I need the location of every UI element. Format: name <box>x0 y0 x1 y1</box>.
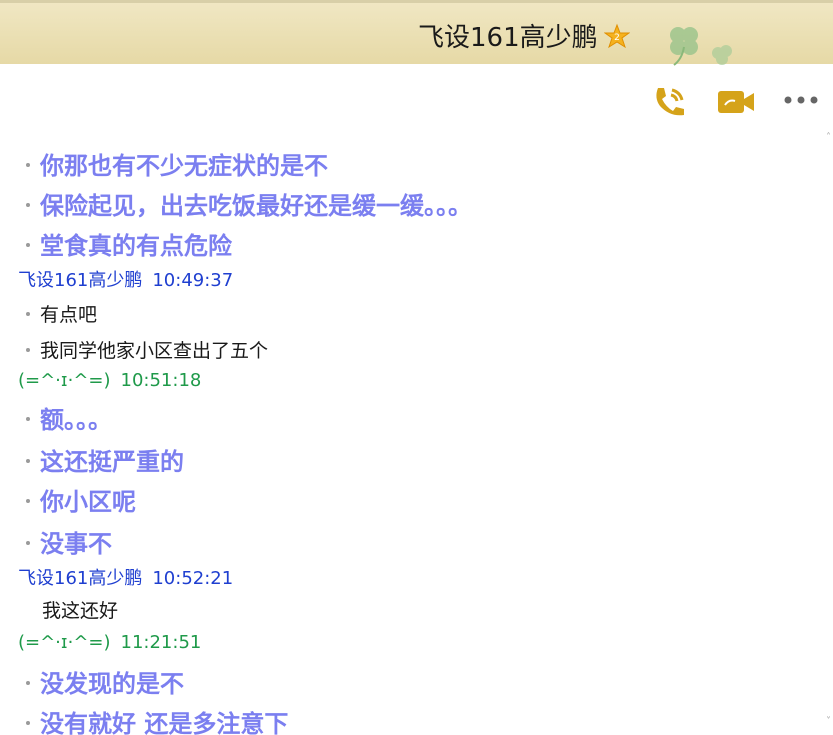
bullet-dot <box>26 347 30 352</box>
message-text: 我同学他家小区查出了五个 <box>40 340 269 362</box>
message-item: 你那也有不少无症状的是不 <box>26 146 328 181</box>
message-item: 我同学他家小区查出了五个 <box>26 336 268 363</box>
message-header: 飞设161高少鹏 10:49:37 <box>18 266 233 292</box>
chat-title-bar: 飞设161高少鹏 2 <box>0 0 833 66</box>
bullet-dot <box>26 311 30 316</box>
bullet-dot <box>26 721 30 725</box>
contact-name-title: 飞设161高少鹏 <box>418 23 598 53</box>
message-time: 10:49:37 <box>152 270 234 291</box>
message-item: 有点吧 <box>26 300 97 327</box>
bullet-dot <box>26 417 30 421</box>
message-time: 10:52:21 <box>152 568 234 589</box>
message-item: 我这还好 <box>42 596 118 623</box>
scroll-down-arrow[interactable]: ˅ <box>826 716 833 727</box>
message-text: 保险起见，出去吃饭最好还是缓一缓。。。 <box>40 192 472 220</box>
video-camera-icon[interactable] <box>716 84 756 120</box>
message-text: 你那也有不少无症状的是不 <box>40 152 328 180</box>
message-item: 这还挺严重的 <box>26 442 184 477</box>
sender-name[interactable]: 飞设161高少鹏 <box>18 568 142 589</box>
sender-name[interactable]: 飞设161高少鹏 <box>18 270 142 291</box>
message-item: 保险起见，出去吃饭最好还是缓一缓。。。 <box>26 186 472 221</box>
svg-text:2: 2 <box>614 33 620 43</box>
scroll-up-arrow[interactable]: ˄ <box>826 132 833 143</box>
bullet-dot <box>26 681 30 685</box>
bullet-dot <box>26 541 30 545</box>
message-header: (=^·ɪ·^=) 11:21:51 <box>18 632 201 653</box>
sender-name[interactable]: (=^·ɪ·^=) <box>18 370 111 391</box>
message-text: 堂食真的有点危险 <box>40 232 232 260</box>
message-header: 飞设161高少鹏 10:52:21 <box>18 564 233 590</box>
bullet-dot <box>26 243 30 247</box>
bullet-dot <box>26 499 30 503</box>
message-text: 没有就好 还是多注意下 <box>40 710 289 735</box>
gold-star-badge-icon: 2 <box>604 23 630 49</box>
message-item: 你小区呢 <box>26 482 136 517</box>
message-time: 10:51:18 <box>120 370 202 391</box>
message-text: 我这还好 <box>42 600 119 622</box>
message-text: 有点吧 <box>40 304 98 326</box>
message-item: 没有就好 还是多注意下 <box>26 704 288 735</box>
message-item: 堂食真的有点危险 <box>26 226 232 261</box>
phone-call-icon[interactable] <box>650 84 688 120</box>
chat-message-area[interactable]: 你那也有不少无症状的是不 保险起见，出去吃饭最好还是缓一缓。。。 堂食真的有点危… <box>0 118 825 735</box>
bullet-dot <box>26 203 30 207</box>
message-time: 11:21:51 <box>120 632 202 653</box>
clover-decoration-icon <box>670 27 732 66</box>
message-item: 没发现的是不 <box>26 664 184 699</box>
bullet-dot <box>26 163 30 167</box>
message-header: (=^·ɪ·^=) 10:51:18 <box>18 370 201 391</box>
more-options-icon[interactable] <box>782 84 820 120</box>
bullet-dot <box>26 459 30 463</box>
message-text: 额。。。 <box>40 406 112 434</box>
sender-name[interactable]: (=^·ɪ·^=) <box>18 632 111 653</box>
message-item: 额。。。 <box>26 400 112 435</box>
message-item: 没事不 <box>26 524 112 559</box>
message-text: 没发现的是不 <box>40 670 184 698</box>
message-text: 没事不 <box>40 530 112 558</box>
message-text: 这还挺严重的 <box>40 448 184 476</box>
message-text: 你小区呢 <box>40 488 136 516</box>
